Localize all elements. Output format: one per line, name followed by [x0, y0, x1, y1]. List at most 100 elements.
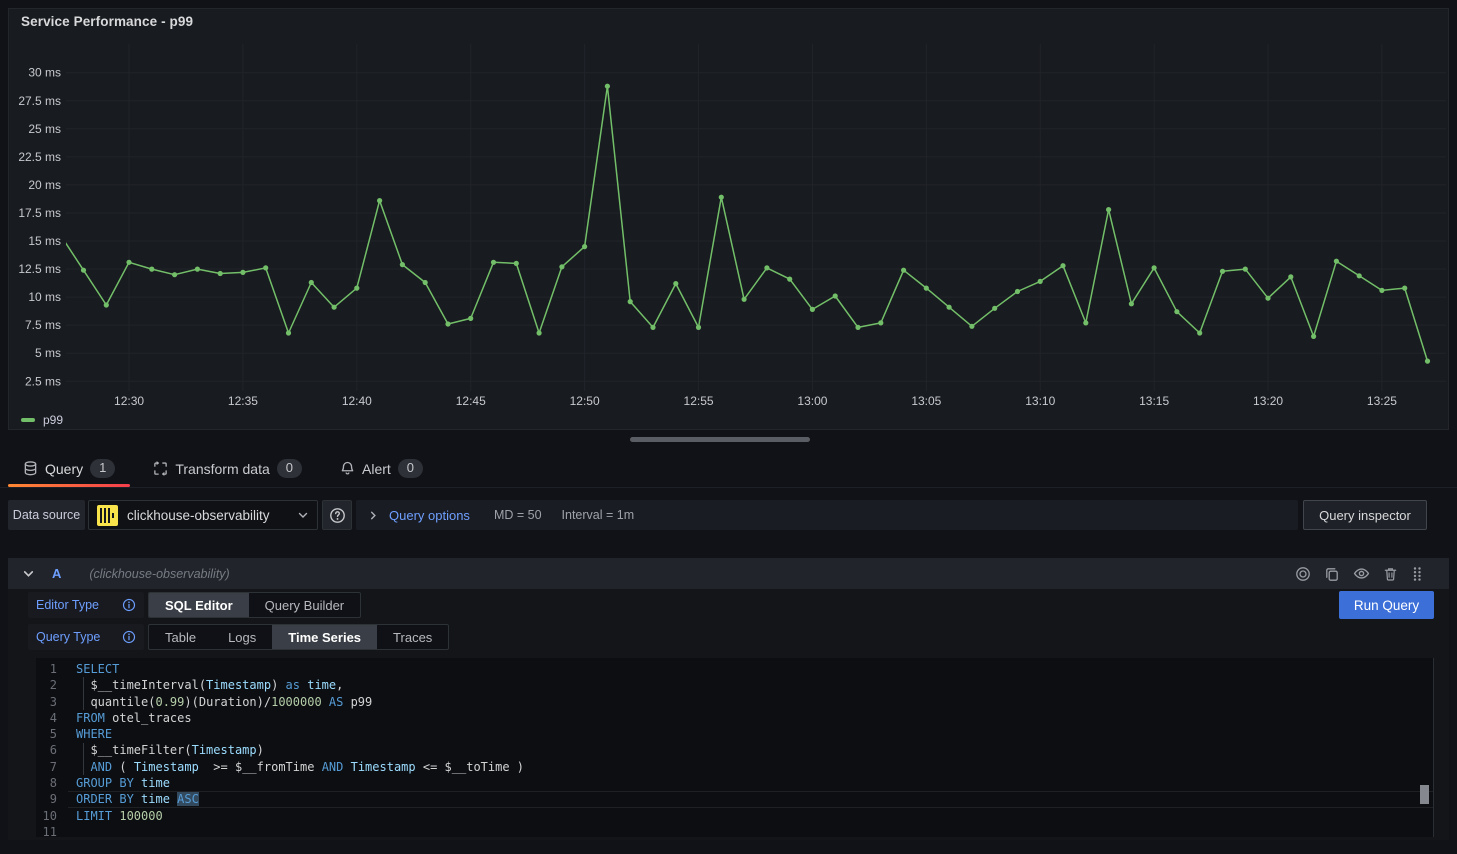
query-type-traces[interactable]: Traces [377, 625, 448, 649]
data-point[interactable] [1197, 330, 1202, 335]
editor-type-sql-editor[interactable]: SQL Editor [149, 593, 249, 617]
data-point[interactable] [833, 293, 838, 298]
tab-transform-data[interactable]: Transform data 0 [138, 450, 317, 487]
data-point[interactable] [240, 270, 245, 275]
data-point[interactable] [1334, 259, 1339, 264]
delete-query-trash-icon[interactable] [1383, 566, 1398, 582]
query-ref-id[interactable]: A [52, 566, 61, 581]
code-line[interactable]: SELECT [76, 661, 1419, 677]
data-point[interactable] [673, 281, 678, 286]
data-point[interactable] [1379, 288, 1384, 293]
collapse-chevron-icon[interactable] [22, 567, 35, 580]
legend-label[interactable]: p99 [43, 413, 63, 427]
query-options-link[interactable]: Query options [389, 508, 470, 523]
code-line[interactable] [76, 824, 1419, 840]
code-line[interactable]: AND ( Timestamp >= $__fromTime AND Times… [76, 759, 1419, 775]
drag-handle-icon[interactable] [1411, 566, 1423, 582]
query-inspector-button[interactable]: Query inspector [1303, 500, 1427, 530]
data-point[interactable] [377, 198, 382, 203]
data-point[interactable] [992, 306, 997, 311]
code-line[interactable]: quantile(0.99)(Duration)/1000000 AS p99 [76, 694, 1419, 710]
copy-query-icon[interactable] [1324, 566, 1340, 582]
data-point[interactable] [650, 325, 655, 330]
disable-query-icon[interactable] [1295, 566, 1311, 582]
chevron-right-icon[interactable] [368, 510, 379, 521]
sql-code-editor[interactable]: 1234567891011 SELECT $__timeInterval(Tim… [36, 658, 1434, 837]
data-point[interactable] [947, 305, 952, 310]
data-point[interactable] [172, 272, 177, 277]
data-point[interactable] [537, 330, 542, 335]
code-line[interactable]: FROM otel_traces [76, 710, 1419, 726]
data-point[interactable] [878, 320, 883, 325]
data-point[interactable] [286, 330, 291, 335]
data-point[interactable] [1220, 269, 1225, 274]
query-type-time-series[interactable]: Time Series [272, 625, 377, 649]
data-point[interactable] [1425, 359, 1430, 364]
datasource-help-button[interactable] [322, 500, 352, 530]
data-point[interactable] [1174, 309, 1179, 314]
query-type-logs[interactable]: Logs [212, 625, 272, 649]
data-point[interactable] [309, 280, 314, 285]
data-point[interactable] [104, 302, 109, 307]
hide-response-eye-icon[interactable] [1353, 565, 1370, 582]
data-point[interactable] [1083, 320, 1088, 325]
data-point[interactable] [1129, 301, 1134, 306]
data-point[interactable] [423, 280, 428, 285]
data-point[interactable] [468, 316, 473, 321]
horizontal-scrollbar[interactable] [630, 437, 810, 442]
code-line[interactable]: $__timeFilter(Timestamp) [76, 742, 1419, 758]
data-point[interactable] [696, 325, 701, 330]
data-point[interactable] [559, 264, 564, 269]
query-row-header[interactable]: A (clickhouse-observability) [8, 558, 1449, 589]
data-point[interactable] [1357, 273, 1362, 278]
data-point[interactable] [1288, 274, 1293, 279]
data-point[interactable] [924, 286, 929, 291]
data-point[interactable] [263, 265, 268, 270]
editor-type-query-builder[interactable]: Query Builder [249, 593, 360, 617]
data-point[interactable] [514, 261, 519, 266]
data-point[interactable] [855, 325, 860, 330]
query-type-table[interactable]: Table [149, 625, 212, 649]
info-circle-icon[interactable] [122, 630, 136, 644]
code-line[interactable]: WHERE [76, 726, 1419, 742]
data-point[interactable] [491, 260, 496, 265]
data-point[interactable] [1038, 279, 1043, 284]
data-point[interactable] [1060, 263, 1065, 268]
data-point[interactable] [1311, 334, 1316, 339]
data-point[interactable] [400, 262, 405, 267]
data-point[interactable] [332, 305, 337, 310]
data-point[interactable] [719, 195, 724, 200]
data-point[interactable] [354, 286, 359, 291]
data-point[interactable] [1243, 267, 1248, 272]
data-point[interactable] [1265, 296, 1270, 301]
data-point[interactable] [81, 268, 86, 273]
data-point[interactable] [764, 265, 769, 270]
data-point[interactable] [1152, 265, 1157, 270]
data-point[interactable] [582, 244, 587, 249]
tab-alert[interactable]: Alert 0 [325, 450, 438, 487]
code-line[interactable]: GROUP BY time [76, 775, 1419, 791]
data-point[interactable] [742, 297, 747, 302]
datasource-picker[interactable]: clickhouse-observability [88, 500, 318, 530]
data-point[interactable] [149, 267, 154, 272]
data-point[interactable] [787, 277, 792, 282]
data-point[interactable] [1402, 286, 1407, 291]
data-point[interactable] [195, 267, 200, 272]
chart-legend[interactable]: p99 [21, 413, 63, 427]
code-line[interactable]: ORDER BY time ASC [76, 791, 1419, 807]
tab-query[interactable]: Query 1 [8, 450, 130, 487]
data-point[interactable] [628, 299, 633, 304]
panel-title[interactable]: Service Performance - p99 [21, 14, 193, 29]
data-point[interactable] [218, 271, 223, 276]
data-point[interactable] [901, 268, 906, 273]
run-query-button[interactable]: Run Query [1339, 591, 1434, 619]
data-point[interactable] [810, 307, 815, 312]
data-point[interactable] [1015, 289, 1020, 294]
code-line[interactable]: LIMIT 100000 [76, 808, 1419, 824]
data-point[interactable] [445, 321, 450, 326]
sql-code[interactable]: SELECT $__timeInterval(Timestamp) as tim… [76, 661, 1419, 840]
data-point[interactable] [1106, 207, 1111, 212]
data-point[interactable] [605, 84, 610, 89]
info-circle-icon[interactable] [122, 598, 136, 612]
data-point[interactable] [126, 260, 131, 265]
